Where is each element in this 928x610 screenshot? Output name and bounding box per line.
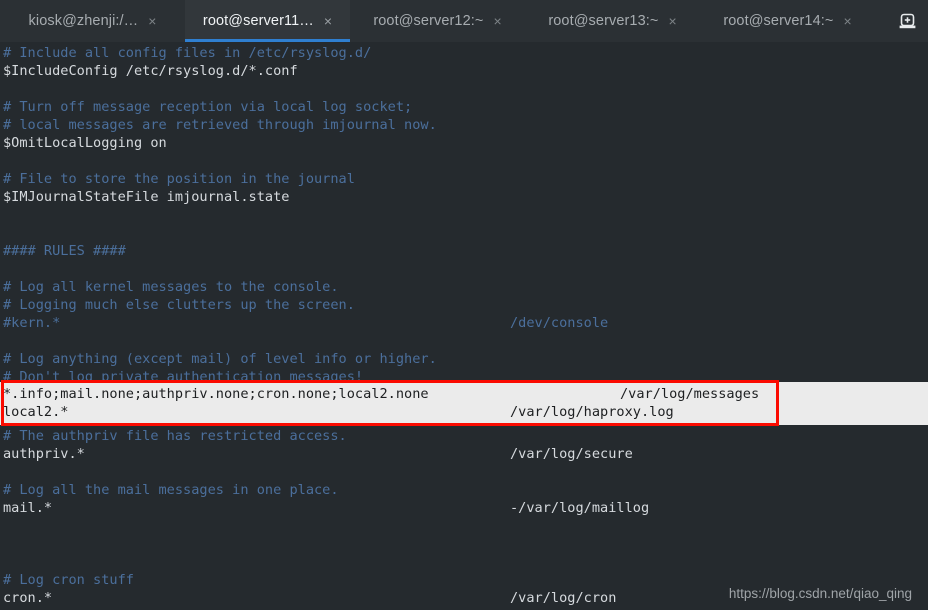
terminal-line: # Include all config files in /etc/rsysl… — [0, 44, 928, 62]
terminal-line-text: # Turn off message reception via local l… — [3, 99, 413, 115]
terminal-content[interactable]: # Include all config files in /etc/rsysl… — [0, 42, 928, 610]
terminal-line: # Logging much else clutters up the scre… — [0, 296, 928, 314]
terminal-line-text: # File to store the position in the jour… — [3, 171, 355, 187]
terminal-line: #### RULES #### — [0, 242, 928, 260]
terminal-line: # Log anything (except mail) of level in… — [0, 350, 928, 368]
terminal-line: # Log all the mail messages in one place… — [0, 481, 928, 499]
close-icon[interactable]: × — [148, 14, 156, 28]
close-icon[interactable]: × — [668, 14, 676, 28]
terminal-line-target: /var/log/cron — [510, 590, 617, 606]
terminal-tab-bar: kiosk@zhenji:/… × root@server11… × root@… — [0, 0, 928, 42]
add-tab-button[interactable] — [886, 0, 928, 42]
terminal-line-text: cron.* — [3, 590, 53, 606]
terminal-line-text: $OmitLocalLogging on — [3, 135, 167, 151]
terminal-line-text: # Log cron stuff — [3, 572, 134, 588]
close-icon[interactable]: × — [493, 14, 501, 28]
terminal-line-target: -/var/log/maillog — [510, 500, 650, 516]
tab-root-server14[interactable]: root@server14:~ × — [700, 0, 875, 42]
terminal-line-text: $IncludeConfig /etc/rsyslog.d/*.conf — [3, 63, 298, 79]
tab-label: root@server12:~ — [373, 13, 484, 29]
tab-label: kiosk@zhenji:/… — [28, 13, 139, 29]
terminal-line: *.info;mail.none;authpriv.none;cron.none… — [0, 385, 928, 403]
tab-root-server12[interactable]: root@server12:~ × — [350, 0, 525, 42]
terminal-line-text: # Log all the mail messages in one place… — [3, 482, 339, 498]
add-tab-icon — [899, 13, 916, 30]
tab-kiosk-zhenji[interactable]: kiosk@zhenji:/… × — [0, 0, 185, 42]
terminal-lines-top: # Include all config files in /etc/rsysl… — [0, 44, 928, 386]
terminal-line-text: *.info;mail.none;authpriv.none;cron.none… — [3, 386, 429, 402]
terminal-line: local2.* /var/log/haproxy.log — [0, 403, 928, 421]
terminal-line-text: $IMJournalStateFile imjournal.state — [3, 189, 290, 205]
terminal-line: $IMJournalStateFile imjournal.state — [0, 188, 928, 206]
close-icon[interactable]: × — [843, 14, 851, 28]
tab-root-server13[interactable]: root@server13:~ × — [525, 0, 700, 42]
terminal-line: # File to store the position in the jour… — [0, 170, 928, 188]
terminal-line-text: # local messages are retrieved through i… — [3, 117, 437, 133]
tab-bar-spacer — [875, 0, 886, 42]
terminal-line-text: authpriv.* — [3, 446, 85, 462]
terminal-line: $OmitLocalLogging on — [0, 134, 928, 152]
terminal-line-text: # Log anything (except mail) of level in… — [3, 351, 437, 367]
terminal-line-text: # Log all kernel messages to the console… — [3, 279, 339, 295]
tab-label: root@server13:~ — [548, 13, 659, 29]
terminal-line-text: # The authpriv file has restricted acces… — [3, 428, 347, 444]
terminal-line: # Log all kernel messages to the console… — [0, 278, 928, 296]
tab-label: root@server11… — [202, 13, 314, 29]
terminal-line: #kern.* /dev/console — [0, 314, 928, 332]
terminal-line: mail.* -/var/log/maillog — [0, 499, 928, 517]
terminal-line: # Turn off message reception via local l… — [0, 98, 928, 116]
terminal-line-text: local2.* — [3, 404, 69, 420]
highlighted-selection-band: *.info;mail.none;authpriv.none;cron.none… — [0, 382, 928, 425]
terminal-line: authpriv.* /var/log/secure — [0, 445, 928, 463]
terminal-line-text: #kern.* — [3, 315, 61, 331]
tab-label: root@server14:~ — [723, 13, 834, 29]
terminal-line-target: /var/log/haproxy.log — [510, 404, 674, 420]
terminal-line: # local messages are retrieved through i… — [0, 116, 928, 134]
terminal-line-target: /var/log/secure — [510, 446, 633, 462]
terminal-line-text: # Include all config files in /etc/rsysl… — [3, 45, 372, 61]
terminal-line-text: # Logging much else clutters up the scre… — [3, 297, 355, 313]
terminal-lines-bottom: # The authpriv file has restricted acces… — [0, 427, 928, 610]
terminal-line-target: /dev/console — [510, 315, 609, 331]
terminal-line-text: mail.* — [3, 500, 53, 516]
tab-root-server11[interactable]: root@server11… × — [185, 0, 350, 42]
terminal-line: # The authpriv file has restricted acces… — [0, 427, 928, 445]
terminal-line-target: /var/log/messages — [620, 386, 760, 402]
close-icon[interactable]: × — [324, 14, 332, 28]
terminal-line: $IncludeConfig /etc/rsyslog.d/*.conf — [0, 62, 928, 80]
terminal-line-text: #### RULES #### — [3, 243, 126, 259]
watermark-text: https://blog.csdn.net/qiao_qing — [728, 586, 912, 601]
